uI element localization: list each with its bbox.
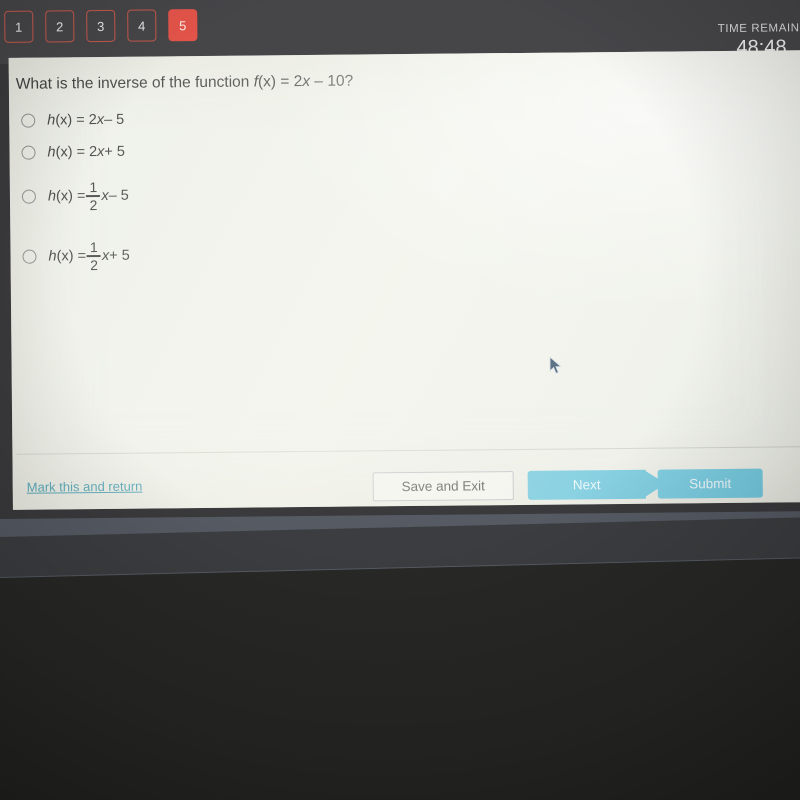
photographed-screen: 1 2 3 4 5 TIME REMAININ 48:48 What is th… — [0, 0, 800, 800]
answer-options-list[interactable]: h (x) = 2x – 5 h (x) = 2x + 5 h (x) = 12x –… — [21, 106, 423, 294]
option-d-h: h — [48, 248, 57, 265]
option-a-h: h — [47, 112, 56, 129]
option-b-mid: (x) = 2 — [55, 144, 98, 161]
option-c-h: h — [47, 188, 57, 205]
save-and-exit-button[interactable]: Save and Exit — [372, 471, 514, 502]
option-c-denominator: 2 — [89, 196, 98, 213]
radio-button-icon[interactable] — [21, 145, 36, 160]
question-function-arg: (x) = 2 — [257, 73, 303, 91]
time-remaining-label: TIME REMAININ — [717, 22, 800, 36]
answer-option-d[interactable]: h (x) = 12x + 5 — [22, 230, 422, 280]
option-c-mid: (x) = — [55, 188, 86, 205]
option-d-fraction: 12 — [86, 238, 102, 273]
answer-option-c[interactable]: h (x) = 12x – 5 — [21, 170, 422, 220]
option-b-tail: + 5 — [104, 143, 125, 160]
question-panel: What is the inverse of the function f(x)… — [8, 50, 800, 510]
mark-this-and-return-link[interactable]: Mark this and return — [27, 479, 143, 495]
question-prompt: What is the inverse of the function f(x)… — [16, 73, 353, 94]
question-tab-4[interactable]: 4 — [127, 9, 157, 42]
option-b-h: h — [47, 144, 56, 161]
question-tab-2[interactable]: 2 — [45, 10, 75, 43]
question-prompt-prefix: What is the inverse of the function — [15, 73, 254, 93]
option-d-denominator: 2 — [90, 256, 99, 273]
footer-divider — [16, 446, 800, 455]
question-function-tail: – 10? — [309, 72, 354, 90]
answer-option-c-label: h (x) = 12x – 5 — [48, 179, 129, 213]
next-button[interactable]: Next — [527, 469, 646, 500]
option-c-fraction: 12 — [86, 178, 101, 213]
screen-area: 1 2 3 4 5 TIME REMAININ 48:48 What is th… — [0, 0, 800, 519]
option-c-tail: – 5 — [108, 187, 129, 204]
answer-option-b-label: h (x) = 2x + 5 — [47, 144, 125, 161]
option-d-mid: (x) = — [56, 248, 87, 265]
question-tab-3[interactable]: 3 — [86, 9, 116, 43]
submit-button[interactable]: Submit — [657, 468, 763, 499]
question-number-tabs[interactable]: 1 2 3 4 5 — [4, 9, 198, 43]
answer-option-d-label: h (x) = 12x + 5 — [48, 239, 130, 273]
answer-option-a[interactable]: h (x) = 2x – 5 — [21, 106, 421, 132]
option-d-tail: + 5 — [109, 247, 130, 264]
radio-button-icon[interactable] — [21, 113, 36, 128]
question-tab-1[interactable]: 1 — [4, 10, 34, 43]
option-a-mid: (x) = 2 — [55, 112, 97, 129]
option-d-numerator: 1 — [89, 238, 98, 255]
answer-option-b[interactable]: h (x) = 2x + 5 — [21, 138, 421, 164]
radio-button-icon[interactable] — [22, 249, 37, 264]
question-tab-5[interactable]: 5 — [168, 9, 198, 42]
option-a-tail: – 5 — [103, 111, 125, 128]
desk-surface — [0, 536, 800, 800]
radio-button-icon[interactable] — [21, 189, 37, 204]
answer-option-a-label: h (x) = 2x – 5 — [47, 112, 124, 129]
option-c-numerator: 1 — [89, 178, 98, 195]
